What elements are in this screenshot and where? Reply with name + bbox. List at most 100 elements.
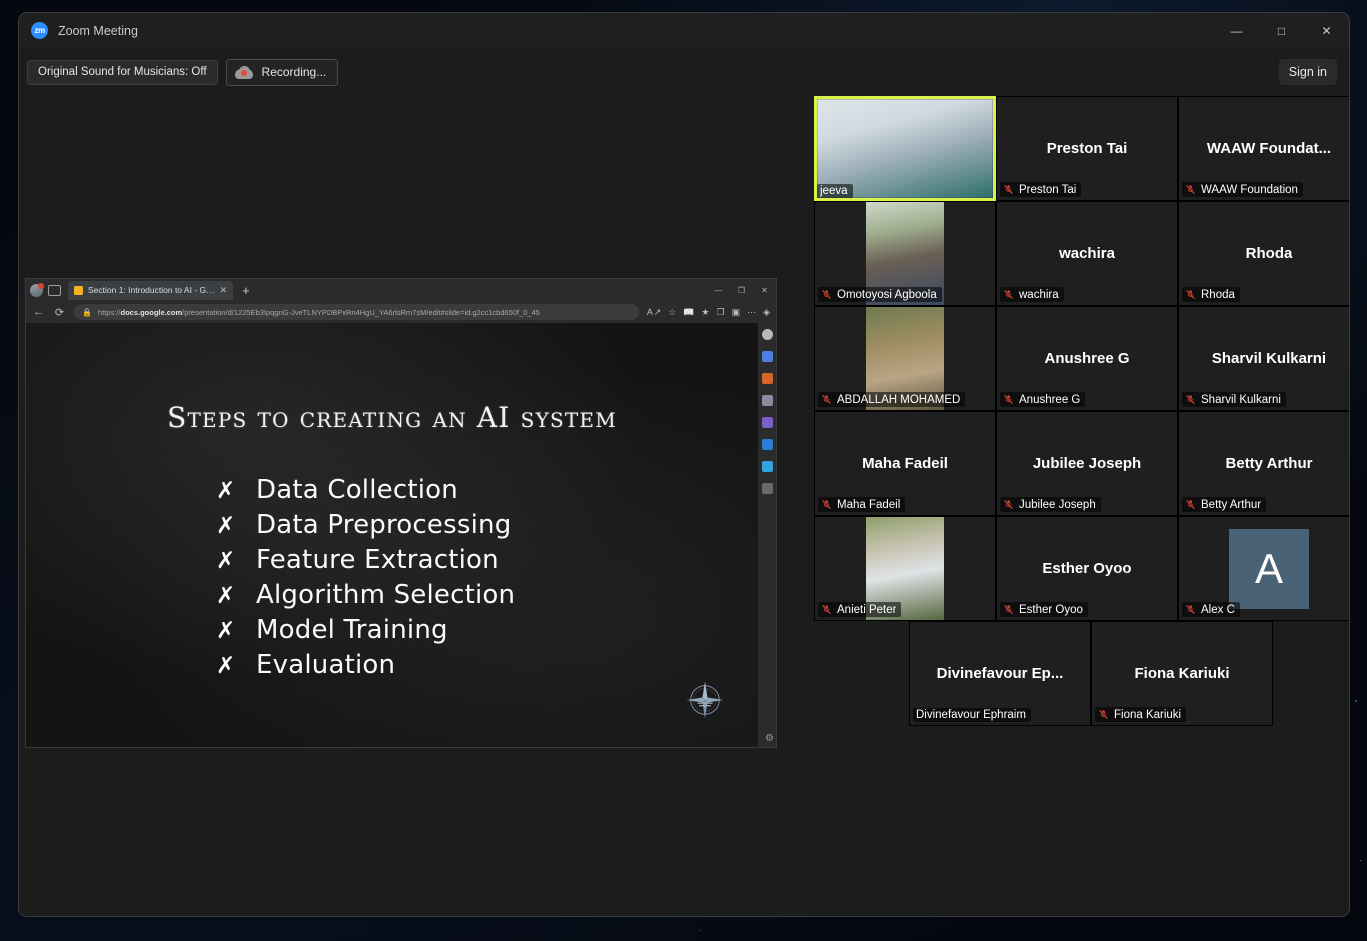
browser-restore-button[interactable]: ❐ xyxy=(730,279,753,301)
participant-tile[interactable]: Anushree G Anushree G xyxy=(996,306,1178,411)
participant-tile[interactable]: Maha Fadeil Maha Fadeil xyxy=(814,411,996,516)
mic-muted-icon xyxy=(1003,183,1014,196)
participant-name-large: Betty Arthur xyxy=(1220,455,1319,472)
participant-name-large: WAAW Foundat... xyxy=(1201,140,1337,157)
original-sound-button[interactable]: Original Sound for Musicians: Off xyxy=(27,60,218,85)
maximize-button[interactable]: □ xyxy=(1259,13,1304,48)
window-title: Zoom Meeting xyxy=(58,24,138,38)
participant-tile[interactable]: WAAW Foundat... WAAW Foundation xyxy=(1178,96,1350,201)
participant-display-name: Jubilee Joseph xyxy=(1019,499,1096,511)
bullet-text: Data Collection xyxy=(256,475,458,505)
immersive-reader-icon[interactable]: 📖 xyxy=(683,307,694,318)
participant-display-name: Betty Arthur xyxy=(1201,499,1261,511)
meeting-content-area: Section 1: Introduction to AI - G… ✕ + —… xyxy=(19,96,1349,916)
participant-name-label: Betty Arthur xyxy=(1182,497,1266,512)
split-screen-icon[interactable]: ▣ xyxy=(732,307,741,318)
mic-muted-icon xyxy=(1185,498,1196,511)
participant-name-label: Anushree G xyxy=(1000,392,1085,407)
read-aloud-icon[interactable]: A ↗ xyxy=(647,307,661,318)
bullet-mark-icon: ✗ xyxy=(216,618,232,644)
more-options-icon[interactable]: ⋯ xyxy=(747,307,756,318)
tools-icon[interactable] xyxy=(762,373,773,384)
outlook-icon[interactable] xyxy=(762,439,773,450)
zoom-logo-icon: zm xyxy=(31,22,48,39)
browser-sidebar xyxy=(758,323,776,747)
participant-tile[interactable]: A Alex C xyxy=(1178,516,1350,621)
search-icon[interactable] xyxy=(762,329,773,340)
participant-tile[interactable]: wachira wachira xyxy=(996,201,1178,306)
telegram-icon[interactable] xyxy=(762,461,773,472)
slides-favicon xyxy=(74,286,83,295)
back-icon[interactable]: ← xyxy=(32,306,45,318)
participant-name-label: wachira xyxy=(1000,287,1064,302)
participant-tile[interactable]: Preston Tai Preston Tai xyxy=(996,96,1178,201)
sign-in-button[interactable]: Sign in xyxy=(1279,59,1337,85)
participant-name-label: Sharvil Kulkarni xyxy=(1182,392,1286,407)
bullet-text: Evaluation xyxy=(256,650,395,680)
reload-icon[interactable]: ⟳ xyxy=(53,306,66,319)
participant-display-name: WAAW Foundation xyxy=(1201,184,1298,196)
participant-name-large: Sharvil Kulkarni xyxy=(1206,350,1332,367)
participant-row: Omotoyosi Agboola wachira wachira Rhoda Rhod… xyxy=(814,201,1350,306)
compass-logo-icon xyxy=(684,679,726,721)
participant-tile[interactable]: Esther Oyoo Esther Oyoo xyxy=(996,516,1178,621)
mic-muted-icon xyxy=(1003,603,1014,616)
gear-icon[interactable]: ⚙ xyxy=(765,733,774,744)
omnibox-actions: A ↗ ☆ 📖 ★ ❐ ▣ ⋯ ◈ xyxy=(647,307,770,318)
browser-navigation-bar: ← ⟳ 🔒 https://docs.google.com/presentati… xyxy=(26,301,776,323)
avatar: A xyxy=(1229,529,1309,609)
address-bar-url: https://docs.google.com/presentation/d/1… xyxy=(98,308,540,317)
recording-button[interactable]: Recording... xyxy=(226,59,339,86)
participant-row: ABDALLAH MOHAMED Anushree G Anushree G Shar… xyxy=(814,306,1350,411)
minimize-button[interactable]: — xyxy=(1214,13,1259,48)
mic-muted-icon xyxy=(1003,288,1014,301)
participant-tile[interactable]: jeeva xyxy=(814,96,996,201)
slide-bullet-item: ✗ Feature Extraction xyxy=(216,545,515,575)
address-bar[interactable]: 🔒 https://docs.google.com/presentation/d… xyxy=(74,304,639,320)
bullet-mark-icon: ✗ xyxy=(216,583,232,609)
slide-bullet-item: ✗ Model Training xyxy=(216,615,515,645)
collections-icon[interactable]: ❐ xyxy=(716,307,724,318)
close-button[interactable]: ✕ xyxy=(1304,13,1349,48)
browser-viewport: Steps to creating an AI system ✗ Data Col… xyxy=(26,323,776,747)
participant-tile[interactable]: ABDALLAH MOHAMED xyxy=(814,306,996,411)
participant-name-label: Esther Oyoo xyxy=(1000,602,1088,617)
mic-muted-icon xyxy=(1185,393,1196,406)
participant-tile[interactable]: Jubilee Joseph Jubilee Joseph xyxy=(996,411,1178,516)
participant-tile[interactable]: Betty Arthur Betty Arthur xyxy=(1178,411,1350,516)
participant-name-large: Maha Fadeil xyxy=(856,455,954,472)
browser-minimize-button[interactable]: — xyxy=(707,279,730,301)
participant-name-label: Omotoyosi Agboola xyxy=(818,287,942,302)
mic-muted-icon xyxy=(1185,603,1196,616)
add-favorites-icon[interactable]: ★ xyxy=(701,307,709,318)
office-icon[interactable] xyxy=(762,417,773,428)
participant-name-label: jeeva xyxy=(817,184,853,198)
shopping-icon[interactable] xyxy=(762,351,773,362)
new-tab-button[interactable]: + xyxy=(242,283,250,298)
tab-actions-icon[interactable] xyxy=(48,285,61,296)
copilot-icon[interactable]: ◈ xyxy=(763,307,770,318)
participant-tile[interactable]: Fiona Kariuki Fiona Kariuki xyxy=(1091,621,1273,726)
participant-display-name: Omotoyosi Agboola xyxy=(837,289,937,301)
participant-display-name: wachira xyxy=(1019,289,1059,301)
participant-display-name: Sharvil Kulkarni xyxy=(1201,394,1281,406)
tab-close-icon[interactable]: ✕ xyxy=(220,285,228,296)
participant-tile[interactable]: Sharvil Kulkarni Sharvil Kulkarni xyxy=(1178,306,1350,411)
add-app-icon[interactable] xyxy=(762,483,773,494)
participant-tile[interactable]: Divinefavour Ep... Divinefavour Ephraim xyxy=(909,621,1091,726)
participant-tile[interactable]: Omotoyosi Agboola xyxy=(814,201,996,306)
slide-bullet-item: ✗ Algorithm Selection xyxy=(216,580,515,610)
participant-tile[interactable]: Anieti Peter xyxy=(814,516,996,621)
browser-tab-title: Section 1: Introduction to AI - G… xyxy=(88,285,215,295)
mic-muted-icon xyxy=(821,288,832,301)
slide-bullet-item: ✗ Data Preprocessing xyxy=(216,510,515,540)
browser-profile-icon[interactable] xyxy=(30,284,43,297)
games-icon[interactable] xyxy=(762,395,773,406)
mic-muted-icon xyxy=(1003,498,1014,511)
participant-tile[interactable]: Rhoda Rhoda xyxy=(1178,201,1350,306)
favorite-star-icon[interactable]: ☆ xyxy=(668,307,676,318)
slide-bullet-list: ✗ Data Collection ✗ Data Preprocessing ✗ Feat… xyxy=(216,475,515,680)
browser-close-button[interactable]: ✕ xyxy=(753,279,776,301)
browser-tab[interactable]: Section 1: Introduction to AI - G… ✕ xyxy=(68,281,233,300)
participant-row: jeeva Preston Tai Preston Tai WAAW Foundat.… xyxy=(814,96,1350,201)
